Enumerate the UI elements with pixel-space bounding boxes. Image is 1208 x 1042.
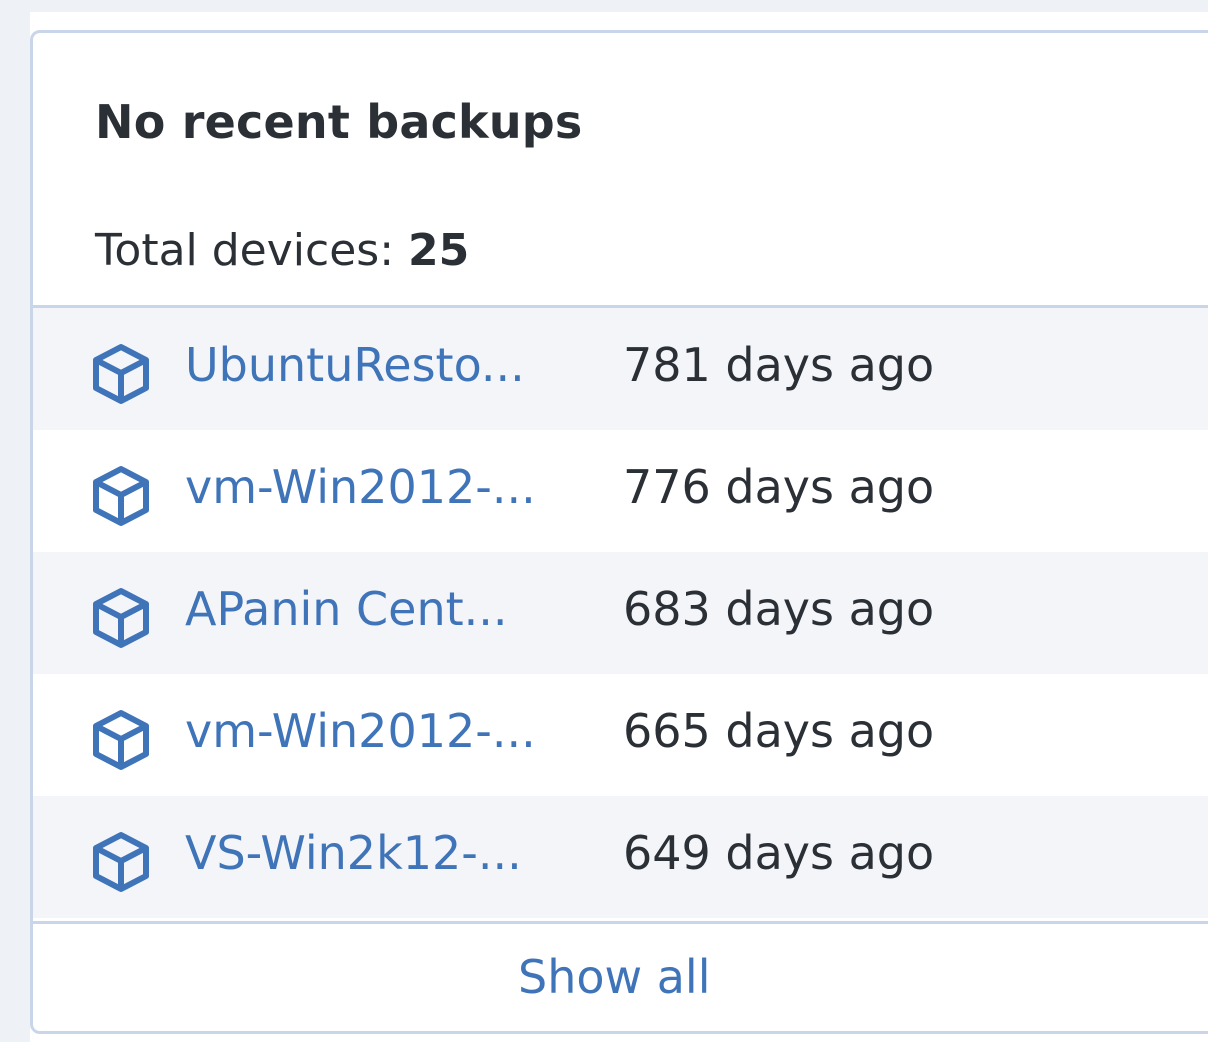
last-backup-age: 649 days ago: [623, 826, 935, 880]
device-name-link[interactable]: APanin Cent...: [185, 582, 585, 636]
page-background-left: [0, 0, 30, 1042]
last-backup-age: 781 days ago: [623, 338, 935, 392]
device-name-link[interactable]: UbuntuResto...: [185, 338, 585, 392]
cube-icon: [93, 466, 149, 526]
device-row: UbuntuResto... 781 days ago: [33, 308, 1208, 430]
device-row: APanin Cent... 683 days ago: [33, 552, 1208, 674]
device-row: vm-Win2012-... 776 days ago: [33, 430, 1208, 552]
cube-icon: [93, 344, 149, 404]
total-devices: Total devices: 25: [95, 225, 469, 276]
device-name-link[interactable]: vm-Win2012-...: [185, 704, 585, 758]
widget-footer: Show all: [33, 921, 1208, 1031]
device-row: vm-Win2012-... 665 days ago: [33, 674, 1208, 796]
last-backup-age: 665 days ago: [623, 704, 935, 758]
show-all-link[interactable]: Show all: [518, 950, 711, 1004]
cube-icon: [93, 588, 149, 648]
device-list: UbuntuResto... 781 days ago vm-Win2012-.…: [33, 308, 1208, 918]
device-row: VS-Win2k12-... 649 days ago: [33, 796, 1208, 918]
cube-icon: [93, 710, 149, 770]
no-recent-backups-widget: No recent backups Total devices: 25 Ubun…: [30, 30, 1208, 1034]
widget-title: No recent backups: [95, 95, 583, 149]
device-name-link[interactable]: vm-Win2012-...: [185, 460, 585, 514]
widget-header: No recent backups Total devices: 25: [33, 33, 1208, 308]
last-backup-age: 683 days ago: [623, 582, 935, 636]
last-backup-age: 776 days ago: [623, 460, 935, 514]
device-name-link[interactable]: VS-Win2k12-...: [185, 826, 585, 880]
page-background: [0, 0, 1208, 12]
total-devices-label: Total devices:: [95, 225, 395, 276]
cube-icon: [93, 832, 149, 892]
total-devices-value: 25: [408, 225, 470, 276]
